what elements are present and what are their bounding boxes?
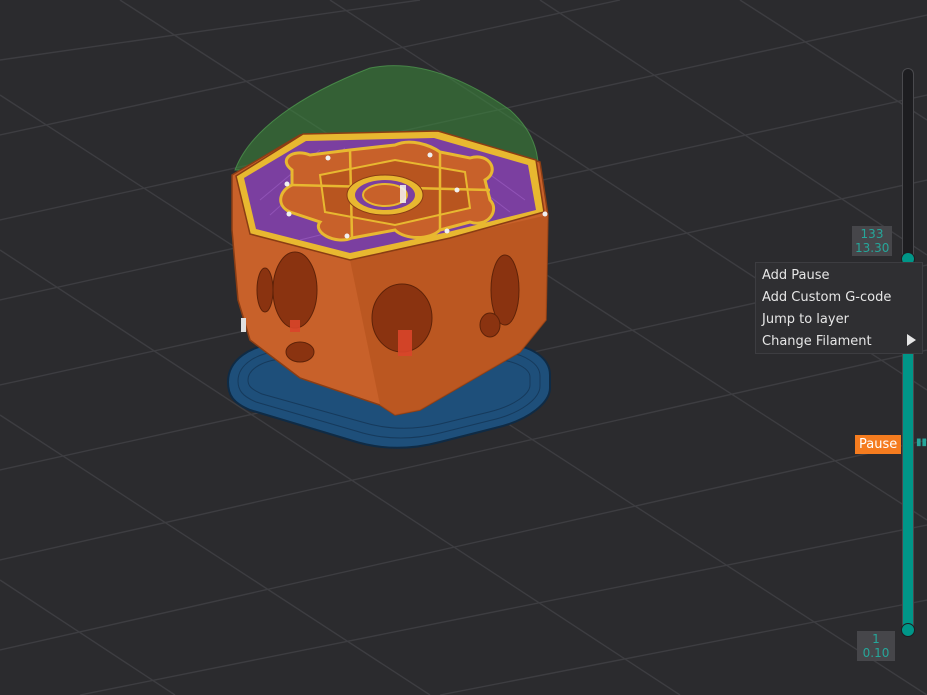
lower-layer-label: 1 0.10 — [857, 631, 895, 661]
upper-layer-number: 133 — [860, 227, 884, 241]
pause-marker[interactable]: Pause — [855, 435, 902, 454]
preview-canvas[interactable]: 133 13.30 1 0.10 Pause ▮▮ Add Pause Add … — [0, 0, 927, 695]
menu-item-add-custom-gcode[interactable]: Add Custom G-code — [762, 288, 891, 308]
menu-item-change-filament[interactable]: Change Filament — [762, 332, 872, 352]
pause-tick-icon[interactable]: ▮▮ — [916, 438, 927, 448]
triangle-right-icon — [907, 334, 916, 346]
slider-context-menu: Add Pause Add Custom G-code Jump to laye… — [755, 262, 923, 354]
lower-layer-height: 0.10 — [862, 646, 890, 660]
menu-item-jump-to-layer[interactable]: Jump to layer — [762, 310, 849, 330]
seam-marker — [400, 185, 406, 203]
wall-seam-marker — [241, 318, 246, 332]
layer-slider-lower-thumb[interactable] — [901, 623, 915, 637]
upper-layer-height: 13.30 — [855, 241, 890, 255]
menu-item-add-pause[interactable]: Add Pause — [762, 266, 830, 286]
lower-layer-number: 1 — [872, 632, 880, 646]
upper-layer-label: 133 13.30 — [852, 226, 892, 256]
